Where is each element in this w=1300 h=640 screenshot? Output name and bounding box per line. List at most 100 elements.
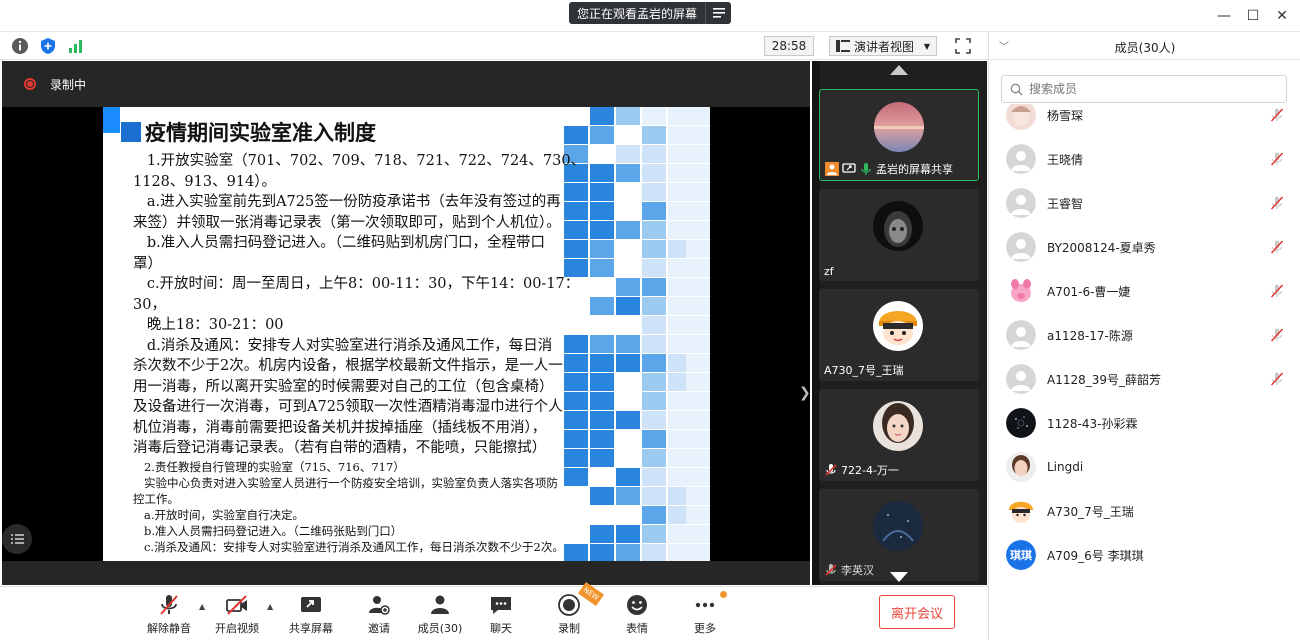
slide-text-line: c.开放时间：周一至周日，上午8：00-11：30，下午14：00-17： [133, 276, 580, 292]
mic-muted-icon[interactable] [1269, 283, 1285, 299]
start-video-button[interactable]: 开启视频 [209, 593, 265, 637]
signal-icon[interactable] [67, 37, 85, 55]
info-icon[interactable] [11, 37, 29, 55]
more-button[interactable]: 更多 [677, 593, 733, 637]
mic-muted-icon[interactable] [1269, 371, 1285, 387]
reactions-button[interactable]: 表情 [609, 593, 665, 637]
member-name: A1128_39号_薛韶芳 [1047, 372, 1162, 387]
member-name: Lingdi [1047, 460, 1084, 474]
share-notice: 您正在观看孟岩的屏幕 [569, 2, 732, 24]
gallery-tile-presenter[interactable]: 孟岩的屏幕共享 [819, 89, 979, 181]
slide-text-line: 用一消毒，所以离开实验室的时候需要对自己的工位（包含桌椅） [133, 378, 554, 395]
share-menu-button[interactable] [705, 2, 731, 24]
close-icon: ✕ [1276, 8, 1288, 24]
member-row[interactable]: A1128_39号_薛韶芳 [989, 357, 1300, 401]
member-avatar [1006, 364, 1036, 394]
top-toolbar: 28:58 演讲者视图 ▼ [0, 32, 988, 60]
minimize-button[interactable]: — [1214, 6, 1234, 26]
leave-meeting-button[interactable]: 离开会议 [879, 595, 955, 629]
member-row[interactable]: 杨雪琛 [989, 104, 1300, 137]
decor-tile [642, 468, 666, 486]
member-name: A701-6-曹一婕 [1047, 284, 1131, 299]
gallery-tile-zf[interactable]: zf [819, 189, 979, 281]
title-square-icon [121, 122, 141, 142]
member-row[interactable]: BY2008124-夏卓秀 [989, 225, 1300, 269]
mic-muted-icon[interactable] [1269, 195, 1285, 211]
member-list: 杨雪琛 王晓倩 王睿智 BY2008124-夏卓秀 A701-6-曹一婕 a1128-17… [989, 104, 1300, 640]
members-panel: ﹀ 成员(30人) 杨雪琛王晓倩王睿智 BY2008124-夏卓秀 A701-6-曹… [988, 32, 1300, 640]
slide-accent-bar [103, 107, 120, 133]
decor-tile [590, 107, 614, 125]
decor-tile [642, 259, 666, 277]
decor-tile [686, 468, 710, 486]
slide-text-line: 实验中心负责对进入实验室人员进行一个防疫安全培训，实验室负责人落实各项防 [133, 475, 558, 490]
close-button[interactable]: ✕ [1272, 6, 1292, 26]
member-row[interactable]: 琪琪 A709_6号 李琪琪 [989, 533, 1300, 577]
decor-tile [686, 278, 710, 296]
audio-options-caret-icon[interactable]: ▲ [199, 602, 205, 611]
member-row[interactable]: Lingdi [989, 445, 1300, 489]
video-off-icon [226, 595, 247, 615]
more-icon [695, 602, 715, 608]
decor-tile [686, 164, 710, 182]
decor-tile [642, 316, 666, 334]
members-button[interactable]: 成员(30) [412, 593, 468, 637]
mic-muted-icon[interactable] [1269, 327, 1285, 343]
view-mode-dropdown[interactable]: 演讲者视图 ▼ [829, 36, 937, 56]
mic-muted-icon[interactable] [1269, 107, 1285, 123]
invite-icon [369, 596, 390, 615]
video-options-caret-icon[interactable]: ▲ [267, 602, 273, 611]
mic-muted-icon[interactable] [1269, 151, 1285, 167]
video-gallery: 孟岩的屏幕共享 zf A730_7号_王瑞 722-4-万一 李英汉 [812, 61, 987, 585]
gallery-tile-name: zf [824, 265, 834, 278]
gallery-down-icon[interactable] [890, 572, 908, 582]
invite-button[interactable]: 邀请 [351, 593, 407, 637]
gallery-tile-name-text: A730_7号_王瑞 [824, 364, 904, 377]
gallery-tile-wanyi[interactable]: 722-4-万一 [819, 389, 979, 481]
decor-tile [686, 430, 710, 448]
member-search[interactable] [1001, 75, 1287, 103]
member-row[interactable]: A701-6-曹一婕 [989, 269, 1300, 313]
share-screen-button[interactable]: 共享屏幕 [283, 593, 339, 637]
member-avatar [1006, 408, 1036, 438]
chevron-right-icon[interactable]: ❯ [799, 385, 811, 401]
decor-tile [642, 430, 666, 448]
slide-text-line: 罩） [133, 255, 162, 272]
presenter-avatar [874, 102, 924, 152]
fullscreen-icon[interactable] [954, 37, 972, 55]
shield-icon[interactable] [39, 37, 57, 55]
gallery-tile-name-text: 722-4-万一 [841, 464, 899, 477]
maximize-button[interactable]: ☐ [1243, 6, 1263, 26]
member-avatar [1006, 276, 1036, 306]
member-row[interactable]: A730_7号_王瑞 [989, 489, 1300, 533]
member-row[interactable]: a1128-17-陈源 [989, 313, 1300, 357]
member-avatar [1006, 104, 1036, 130]
host-icon [825, 162, 839, 176]
unmute-button[interactable]: 解除静音 [141, 593, 197, 637]
gallery-tile-wangrui[interactable]: A730_7号_王瑞 [819, 289, 979, 381]
member-row[interactable]: 1128-43-孙彩霖 [989, 401, 1300, 445]
chat-button[interactable]: 聊天 [473, 593, 529, 637]
decor-tile [642, 202, 666, 220]
member-avatar [1006, 320, 1036, 350]
gallery-up-icon[interactable] [890, 65, 908, 75]
slide-text-line: 来签）并领取一张消毒记录表（第一次领取即可，贴到个人机位）。 [133, 214, 561, 231]
slide-text-line: 控工作。 [133, 491, 179, 506]
mic-muted-icon[interactable] [1269, 239, 1285, 255]
decor-tile [642, 145, 666, 163]
member-row[interactable]: 王睿智 [989, 181, 1300, 225]
member-avatar [1006, 232, 1036, 262]
chevron-down-icon: ▼ [923, 41, 930, 51]
member-row[interactable]: 王晓倩 [989, 137, 1300, 181]
slide-text-line: 消毒后登记消毒记录表。（若有自带的酒精，不能喷，只能擦拭） [133, 440, 547, 456]
recording-icon [24, 78, 36, 90]
gallery-tile-liyinghan[interactable]: 李英汉 [819, 489, 979, 581]
decor-tile [686, 506, 710, 524]
slide-text-line: 杀次数不少于2次。机房内设备，根据学校最新文件指示，是一人一 [133, 358, 563, 374]
stage-list-button[interactable] [2, 524, 32, 554]
decor-tile [686, 202, 710, 220]
decor-tile [642, 221, 666, 239]
member-search-input[interactable] [1029, 82, 1269, 96]
wangrui-avatar [873, 301, 923, 351]
liyinghan-avatar [873, 501, 923, 551]
